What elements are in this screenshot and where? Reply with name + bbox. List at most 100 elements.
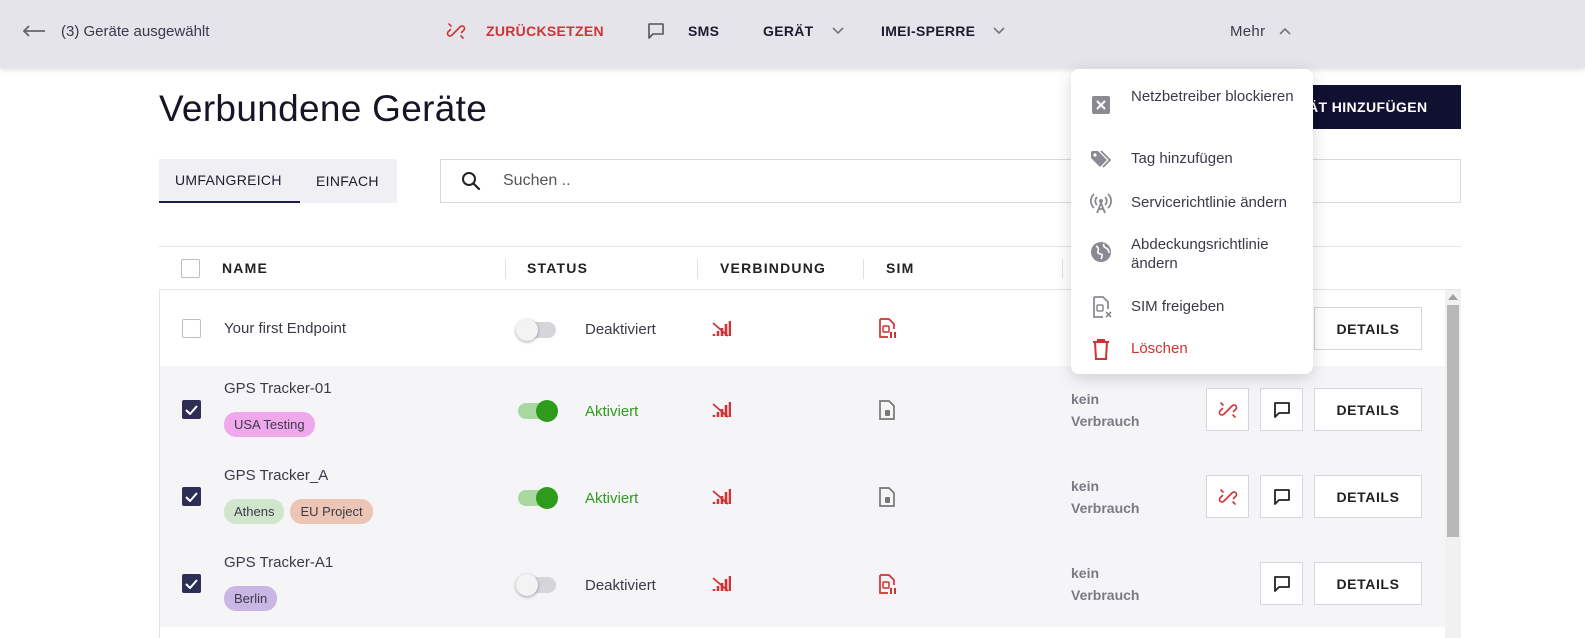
unlink-button[interactable] xyxy=(1206,388,1249,431)
tag-list: USA Testing xyxy=(224,412,315,437)
column-divider xyxy=(505,259,506,279)
device-name: GPS Tracker_A xyxy=(224,467,329,484)
scroll-up-arrow-icon[interactable] xyxy=(1448,294,1458,300)
toggle-knob xyxy=(516,319,538,341)
status-text: Aktiviert xyxy=(585,490,639,507)
message-icon xyxy=(1273,488,1290,505)
column-divider xyxy=(697,259,698,279)
sms-row-button[interactable] xyxy=(1260,388,1303,431)
usage-line-1: kein xyxy=(1071,565,1100,581)
details-button[interactable]: DETAILS xyxy=(1314,307,1422,350)
tab-simple[interactable]: EINFACH xyxy=(300,159,395,203)
unlink-icon xyxy=(446,23,466,39)
sms-label: SMS xyxy=(688,23,720,39)
tag-badge[interactable]: Berlin xyxy=(224,586,278,611)
unlink-button[interactable] xyxy=(1206,475,1249,518)
toggle-knob xyxy=(536,400,558,422)
details-button[interactable]: DETAILS xyxy=(1314,388,1422,431)
sim-card-icon xyxy=(879,400,895,420)
device-menu-button[interactable]: GERÄT xyxy=(763,0,844,62)
reset-label: ZURÜCKSETZEN xyxy=(486,23,604,39)
tag-badge[interactable]: USA Testing xyxy=(224,412,315,437)
table-row[interactable]: GPS Tracker-A1 Berlin Deaktiviert kein V… xyxy=(160,540,1446,627)
menu-item-label: Löschen xyxy=(1131,340,1188,357)
activation-toggle[interactable] xyxy=(516,319,556,341)
details-button[interactable]: DETAILS xyxy=(1314,475,1422,518)
back-button[interactable] xyxy=(22,0,46,62)
more-menu-button[interactable]: Mehr xyxy=(1230,0,1291,62)
sim-release-icon xyxy=(1093,296,1112,318)
details-button[interactable]: DETAILS xyxy=(1314,562,1422,605)
table-row[interactable]: GPS Tracker-01 USA Testing Aktiviert kei… xyxy=(160,366,1446,453)
menu-item-change-service-policy[interactable]: Servicerichtlinie ändern xyxy=(1071,193,1313,217)
toggle-knob xyxy=(536,487,558,509)
menu-item-label: Servicerichtlinie ändern xyxy=(1131,194,1287,211)
column-header-status[interactable]: STATUS xyxy=(527,247,588,289)
row-checkbox[interactable] xyxy=(182,487,201,506)
tag-icon xyxy=(1091,150,1112,168)
more-label: Mehr xyxy=(1230,22,1266,40)
usage-line-2: Verbrauch xyxy=(1071,587,1140,603)
status-text: Deaktiviert xyxy=(585,577,656,594)
select-all-checkbox-cell xyxy=(181,247,200,289)
sim-paused-icon xyxy=(879,574,896,594)
selected-count: (3) Geräte ausgewählt xyxy=(61,22,210,40)
device-name: GPS Tracker-A1 xyxy=(224,554,334,571)
column-header-connection[interactable]: VERBINDUNG xyxy=(720,247,826,289)
menu-item-add-tag[interactable]: Tag hinzufügen xyxy=(1071,149,1313,173)
usage-text: kein Verbrauch xyxy=(1071,388,1139,432)
message-icon xyxy=(1273,575,1290,592)
menu-item-delete[interactable]: Löschen xyxy=(1071,339,1313,363)
block-operator-icon xyxy=(1092,96,1110,114)
activation-toggle[interactable] xyxy=(518,487,558,509)
menu-item-label: Abdeckungsrichtlinie ändern xyxy=(1131,236,1269,272)
arrow-left-icon xyxy=(22,25,45,37)
activation-toggle[interactable] xyxy=(516,574,556,596)
no-signal-icon xyxy=(712,576,731,592)
chevron-down-icon xyxy=(993,27,1005,35)
column-divider xyxy=(1062,259,1063,279)
menu-item-release-sim[interactable]: SIM freigeben xyxy=(1071,296,1313,321)
menu-item-label: SIM freigeben xyxy=(1131,298,1225,315)
search-icon xyxy=(462,172,481,191)
sms-button[interactable]: SMS xyxy=(647,0,719,62)
select-all-checkbox[interactable] xyxy=(181,258,200,278)
column-header-sim[interactable]: SIM xyxy=(886,247,915,289)
column-header-name[interactable]: NAME xyxy=(222,247,268,289)
checkmark-icon xyxy=(185,404,198,415)
page-title: Verbundene Geräte xyxy=(159,88,488,129)
tag-badge[interactable]: Athens xyxy=(224,499,285,524)
checkmark-icon xyxy=(185,578,198,589)
search-input[interactable] xyxy=(503,172,1003,190)
activation-toggle[interactable] xyxy=(518,400,558,422)
status-text: Deaktiviert xyxy=(585,321,656,338)
message-icon xyxy=(648,23,664,39)
scrollbar-thumb[interactable] xyxy=(1447,305,1459,537)
usage-line-2: Verbrauch xyxy=(1071,500,1140,516)
row-checkbox[interactable] xyxy=(182,319,201,338)
tag-badge[interactable]: EU Project xyxy=(290,499,373,524)
imei-lock-menu-button[interactable]: IMEI-SPERRE xyxy=(881,0,1005,62)
antenna-icon xyxy=(1090,193,1112,214)
add-device-button[interactable]: ÄT HINZUFÜGEN xyxy=(1290,85,1461,129)
menu-item-label: Tag hinzufügen xyxy=(1131,150,1233,167)
row-checkbox[interactable] xyxy=(182,400,201,419)
device-name: Your first Endpoint xyxy=(224,320,347,337)
no-signal-icon xyxy=(712,402,731,418)
usage-line-1: kein xyxy=(1071,478,1100,494)
menu-item-block-operator[interactable]: Netzbetreiber blockieren xyxy=(1071,87,1313,127)
message-icon xyxy=(1273,401,1290,418)
globe-icon xyxy=(1091,242,1111,262)
unlink-icon xyxy=(1218,401,1237,418)
row-checkbox[interactable] xyxy=(182,574,201,593)
menu-item-change-coverage-policy[interactable]: Abdeckungsrichtlinie ändern xyxy=(1071,235,1313,275)
tag-list: Berlin xyxy=(224,586,278,611)
sms-row-button[interactable] xyxy=(1260,475,1303,518)
tab-extensive[interactable]: UMFANGREICH xyxy=(159,159,300,203)
more-actions-menu: Netzbetreiber blockieren Tag hinzufügen … xyxy=(1071,69,1313,374)
usage-text: kein Verbrauch xyxy=(1071,562,1139,606)
table-row[interactable]: GPS Tracker_A Athens EU Project Aktivier… xyxy=(160,453,1446,540)
reset-button[interactable]: ZURÜCKSETZEN xyxy=(446,0,604,62)
sms-row-button[interactable] xyxy=(1260,562,1303,605)
device-label: GERÄT xyxy=(763,23,814,39)
